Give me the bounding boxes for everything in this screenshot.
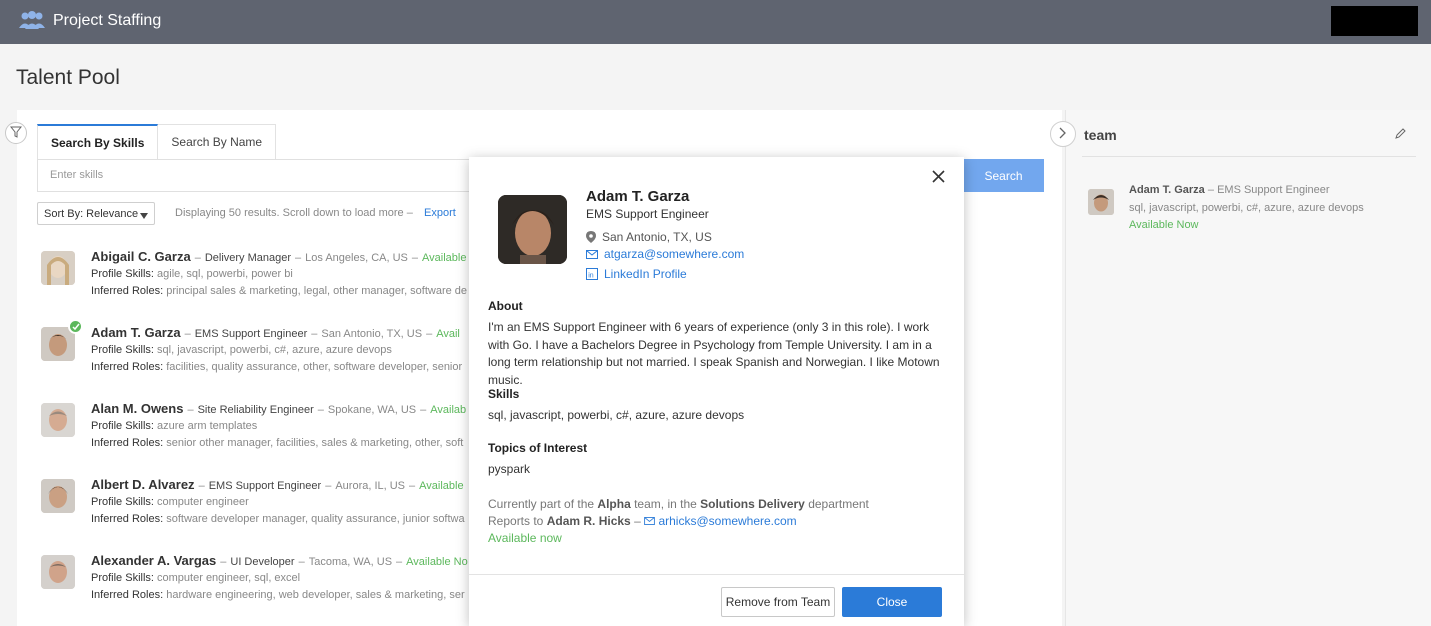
result-item[interactable]: Alexander A. Vargas – UI Developer – Tacoma,… <box>41 553 471 613</box>
profile-modal: Adam T. Garza EMS Support Engineer San A… <box>469 157 964 626</box>
linkedin-icon: in <box>586 268 598 280</box>
manager-email-link[interactable]: arhicks@somewhere.com <box>644 514 797 528</box>
result-header: Alan M. Owens – Site Reliability Engineer –… <box>91 401 467 416</box>
result-location: San Antonio, TX, US <box>321 328 423 340</box>
result-inferred-roles: Inferred Roles: senior other manager, fa… <box>91 437 464 449</box>
result-header: Albert D. Alvarez – EMS Support Engineer – A… <box>91 477 464 492</box>
result-profile-skills: Profile Skills: sql, javascript, powerbi… <box>91 344 392 356</box>
result-item[interactable]: Albert D. Alvarez – EMS Support Engineer – A… <box>41 477 471 537</box>
collapse-panel-button[interactable] <box>1050 121 1076 147</box>
team-member-header[interactable]: Adam T. Garza – EMS Support Engineer <box>1129 184 1330 196</box>
app-title: Project Staffing <box>53 12 162 29</box>
result-role: EMS Support Engineer <box>208 480 322 492</box>
mail-icon <box>586 249 598 259</box>
result-inferred-roles: Inferred Roles: hardware engineering, we… <box>91 589 465 601</box>
search-button[interactable]: Search <box>963 159 1044 192</box>
result-role: Delivery Manager <box>204 252 292 264</box>
results-count-text: Displaying 50 results. Scroll down to lo… <box>175 207 413 219</box>
sort-label: Sort By: Relevance <box>44 207 139 220</box>
skills-heading: Skills <box>488 387 520 401</box>
profile-title: EMS Support Engineer <box>586 207 709 221</box>
team-member-skills: sql, javascript, powerbi, c#, azure, azu… <box>1129 202 1364 214</box>
skills-text: sql, javascript, powerbi, c#, azure, azu… <box>488 408 745 422</box>
profile-availability: Available now <box>488 531 562 545</box>
tab-search-by-name[interactable]: Search By Name <box>158 124 277 159</box>
avatar <box>41 479 75 513</box>
profile-location: San Antonio, TX, US <box>586 230 712 244</box>
profile-photo <box>498 195 567 264</box>
result-availability: Available <box>419 480 464 492</box>
result-location: Los Angeles, CA, US <box>305 252 408 264</box>
page-header: Talent Pool <box>0 44 1431 110</box>
filter-button[interactable] <box>5 122 27 144</box>
result-inferred-roles: Inferred Roles: facilities, quality assu… <box>91 361 463 373</box>
result-item[interactable]: Abigail C. Garza – Delivery Manager – Los An… <box>41 249 471 309</box>
topics-text: pyspark <box>488 462 531 476</box>
team-membership-text: Currently part of the Alpha team, in the… <box>488 497 869 511</box>
mail-icon <box>644 514 655 528</box>
result-profile-skills: Profile Skills: computer engineer <box>91 496 249 508</box>
topics-heading: Topics of Interest <box>488 441 588 455</box>
result-location: Aurora, IL, US <box>335 480 406 492</box>
search-tabs: Search By Skills Search By Name <box>37 124 277 159</box>
reports-to-text: Reports to Adam R. Hicks – arhicks@somew… <box>488 514 797 528</box>
edit-team-button[interactable] <box>1394 127 1407 143</box>
result-name[interactable]: Adam T. Garza <box>91 325 181 340</box>
result-name[interactable]: Alan M. Owens <box>91 401 183 416</box>
result-name[interactable]: Albert D. Alvarez <box>91 477 195 492</box>
result-availability: Available <box>422 252 467 264</box>
result-role: Site Reliability Engineer <box>197 404 314 416</box>
about-text: I'm an EMS Support Engineer with 6 years… <box>488 320 940 387</box>
tab-search-by-skills[interactable]: Search By Skills <box>37 124 159 159</box>
result-availability: Available No <box>406 556 468 568</box>
filter-icon <box>9 126 23 141</box>
result-item[interactable]: Adam T. Garza – EMS Support Engineer – San A… <box>41 319 471 385</box>
caret-down-icon <box>140 210 148 222</box>
result-location: Spokane, WA, US <box>327 404 417 416</box>
profile-name: Adam T. Garza <box>586 188 690 205</box>
export-link[interactable]: Export <box>424 207 456 219</box>
result-role: EMS Support Engineer <box>194 328 308 340</box>
result-profile-skills: Profile Skills: azure arm templates <box>91 420 258 432</box>
team-member-availability: Available Now <box>1129 219 1199 231</box>
linkedin-profile-link[interactable]: in LinkedIn Profile <box>586 267 687 281</box>
result-inferred-roles: Inferred Roles: software developer manag… <box>91 513 465 525</box>
result-role: UI Developer <box>230 556 295 568</box>
people-icon <box>17 11 47 34</box>
top-bar: Project Staffing <box>0 0 1431 44</box>
location-pin-icon <box>586 231 596 243</box>
result-availability: Avail <box>436 328 460 340</box>
svg-text:in: in <box>588 273 594 280</box>
result-header: Adam T. Garza – EMS Support Engineer – San A… <box>91 325 460 340</box>
modal-footer-divider <box>469 574 964 575</box>
about-heading: About <box>488 299 523 313</box>
avatar <box>41 251 75 285</box>
result-name[interactable]: Abigail C. Garza <box>91 249 191 264</box>
pencil-icon <box>1394 128 1407 143</box>
page-title: Talent Pool <box>16 66 120 89</box>
result-header: Abigail C. Garza – Delivery Manager – Los An… <box>91 249 467 264</box>
avatar <box>41 555 75 589</box>
result-profile-skills: Profile Skills: computer engineer, sql, … <box>91 572 301 584</box>
result-profile-skills: Profile Skills: agile, sql, powerbi, pow… <box>91 268 293 280</box>
team-title: team <box>1084 127 1117 143</box>
selected-check-icon <box>68 319 83 334</box>
chevron-right-icon <box>1059 127 1067 142</box>
result-item[interactable]: Alan M. Owens – Site Reliability Engineer –… <box>41 401 471 461</box>
close-icon[interactable] <box>932 170 945 186</box>
remove-from-team-button[interactable]: Remove from Team <box>721 587 835 617</box>
team-member-avatar <box>1088 189 1114 215</box>
avatar <box>41 403 75 437</box>
user-account-block[interactable] <box>1331 6 1418 36</box>
result-availability: Availab <box>430 404 467 416</box>
divider <box>1082 156 1416 157</box>
close-button[interactable]: Close <box>842 587 942 617</box>
sort-dropdown[interactable]: Sort By: Relevance <box>37 202 155 225</box>
result-header: Alexander A. Vargas – UI Developer – Tacoma,… <box>91 553 468 568</box>
result-inferred-roles: Inferred Roles: principal sales & market… <box>91 285 468 297</box>
result-name[interactable]: Alexander A. Vargas <box>91 553 216 568</box>
result-location: Tacoma, WA, US <box>308 556 393 568</box>
profile-email-link[interactable]: atgarza@somewhere.com <box>586 247 744 261</box>
